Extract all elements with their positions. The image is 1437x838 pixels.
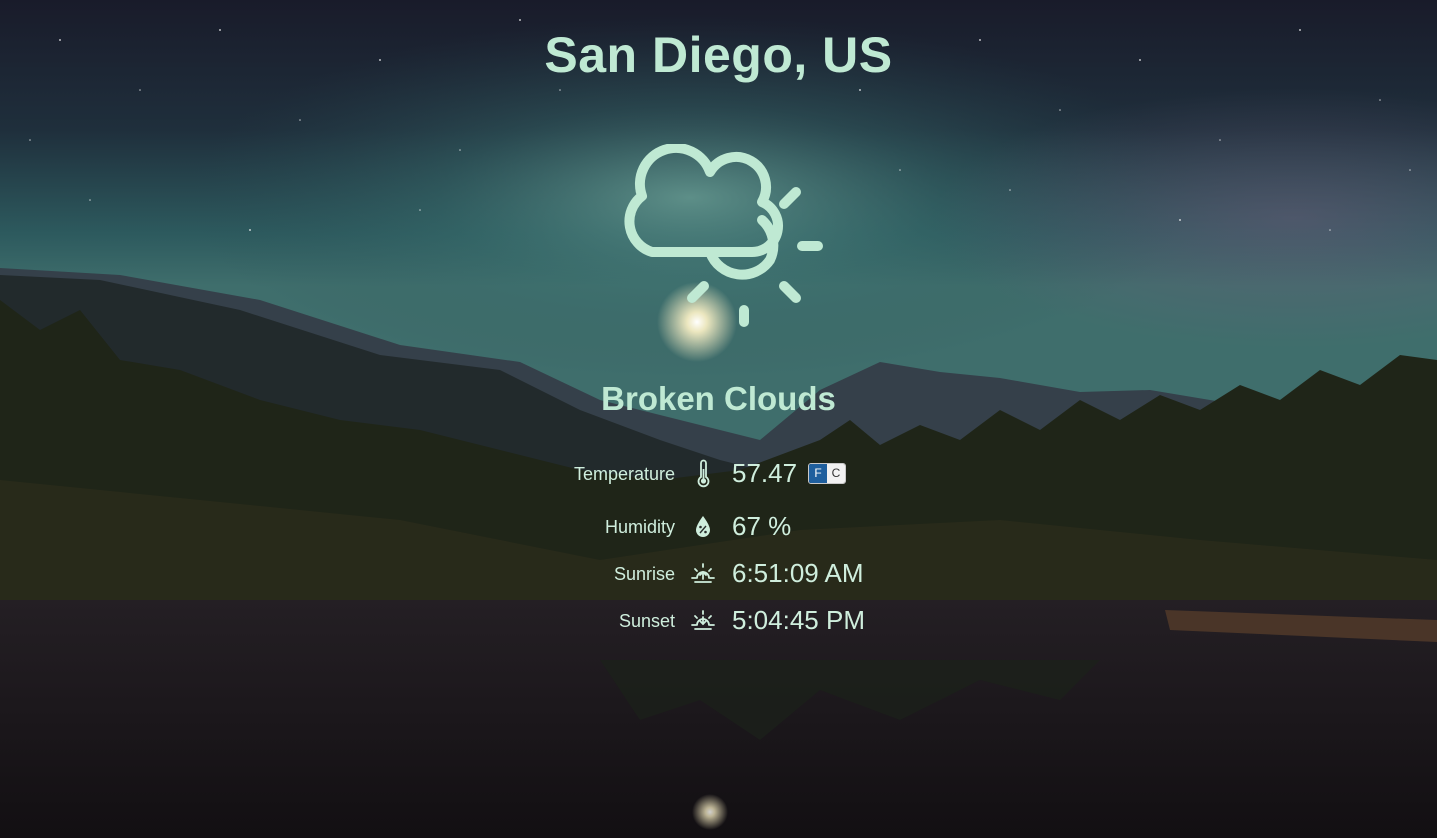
humidity-row: Humidity 67 % <box>0 509 1437 545</box>
humidity-icon <box>696 516 710 537</box>
sunrise-icon <box>691 563 715 583</box>
sunrise-row: Sunrise 6:51:09 AM <box>0 556 1437 592</box>
sunset-icon <box>691 610 715 630</box>
sunset-value: 5:04:45 PM <box>732 605 865 635</box>
sunrise-label: Sunrise <box>613 564 675 584</box>
sunset-label: Sunset <box>618 611 675 631</box>
sunrise-value: 6:51:09 AM <box>732 558 864 588</box>
humidity-value: 67 % <box>732 511 792 541</box>
celsius-button[interactable]: C <box>827 464 845 483</box>
humidity-label: Humidity <box>604 517 675 537</box>
condition-label: Broken Clouds <box>601 380 836 417</box>
temperature-row: Temperature 57.47 F C <box>0 456 1437 492</box>
weather-page: San Diego, US Broken Clouds Temperature … <box>0 0 1437 838</box>
cloud-sun-icon <box>624 144 823 327</box>
city-title: San Diego, US <box>544 27 893 83</box>
temperature-value: 57.47 <box>732 458 798 488</box>
temperature-label: Temperature <box>573 464 675 484</box>
fahrenheit-button[interactable]: F <box>809 464 827 483</box>
temperature-unit-toggle[interactable]: F C <box>808 463 846 484</box>
sunset-row: Sunset 5:04:45 PM <box>0 603 1437 639</box>
thermometer-icon <box>697 459 710 488</box>
